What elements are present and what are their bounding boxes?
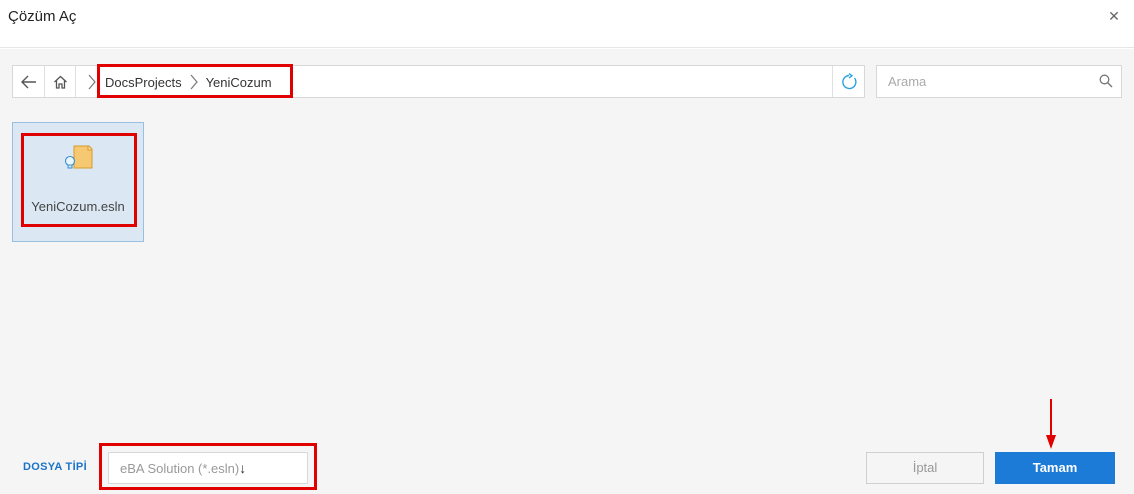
- search-icon[interactable]: [1099, 74, 1113, 88]
- back-button[interactable]: [13, 66, 45, 97]
- file-type-value: eBA Solution (*.esln): [120, 461, 240, 476]
- home-icon: [54, 75, 67, 89]
- home-button[interactable]: [46, 66, 76, 97]
- navigation-bar: DocsProjects YeniCozum: [12, 65, 865, 98]
- ok-button[interactable]: Tamam: [995, 452, 1115, 484]
- dialog-titlebar: Çözüm Aç ✕: [0, 0, 1134, 48]
- close-icon: ✕: [1108, 8, 1120, 24]
- arrow-down-icon: ↓: [239, 460, 247, 476]
- refresh-button[interactable]: [832, 66, 864, 97]
- chevron-right-icon: [190, 74, 198, 90]
- file-name: YeniCozum.esln: [31, 199, 125, 214]
- file-type-select[interactable]: eBA Solution (*.esln)↓: [108, 452, 308, 484]
- file-type-label: DOSYA TİPİ: [23, 461, 87, 473]
- close-button[interactable]: ✕: [1104, 6, 1124, 26]
- breadcrumb-item-docsprojects[interactable]: DocsProjects: [99, 75, 188, 90]
- dialog-title: Çözüm Aç: [8, 8, 77, 25]
- breadcrumb: DocsProjects YeniCozum: [99, 67, 278, 97]
- file-item[interactable]: YeniCozum.esln: [12, 122, 144, 242]
- arrow-left-icon: [20, 75, 36, 88]
- cancel-button[interactable]: İptal: [866, 452, 984, 484]
- chevron-right-icon: [88, 74, 96, 90]
- search-input[interactable]: [878, 67, 1088, 96]
- breadcrumb-item-yenicozum[interactable]: YeniCozum: [200, 75, 278, 90]
- refresh-icon: [841, 72, 857, 89]
- search-box: [876, 65, 1122, 98]
- annotation-arrow: [1046, 399, 1056, 449]
- solution-file-icon: [64, 145, 93, 169]
- dialog-content: DocsProjects YeniCozum YeniCozum.esln: [0, 49, 1134, 494]
